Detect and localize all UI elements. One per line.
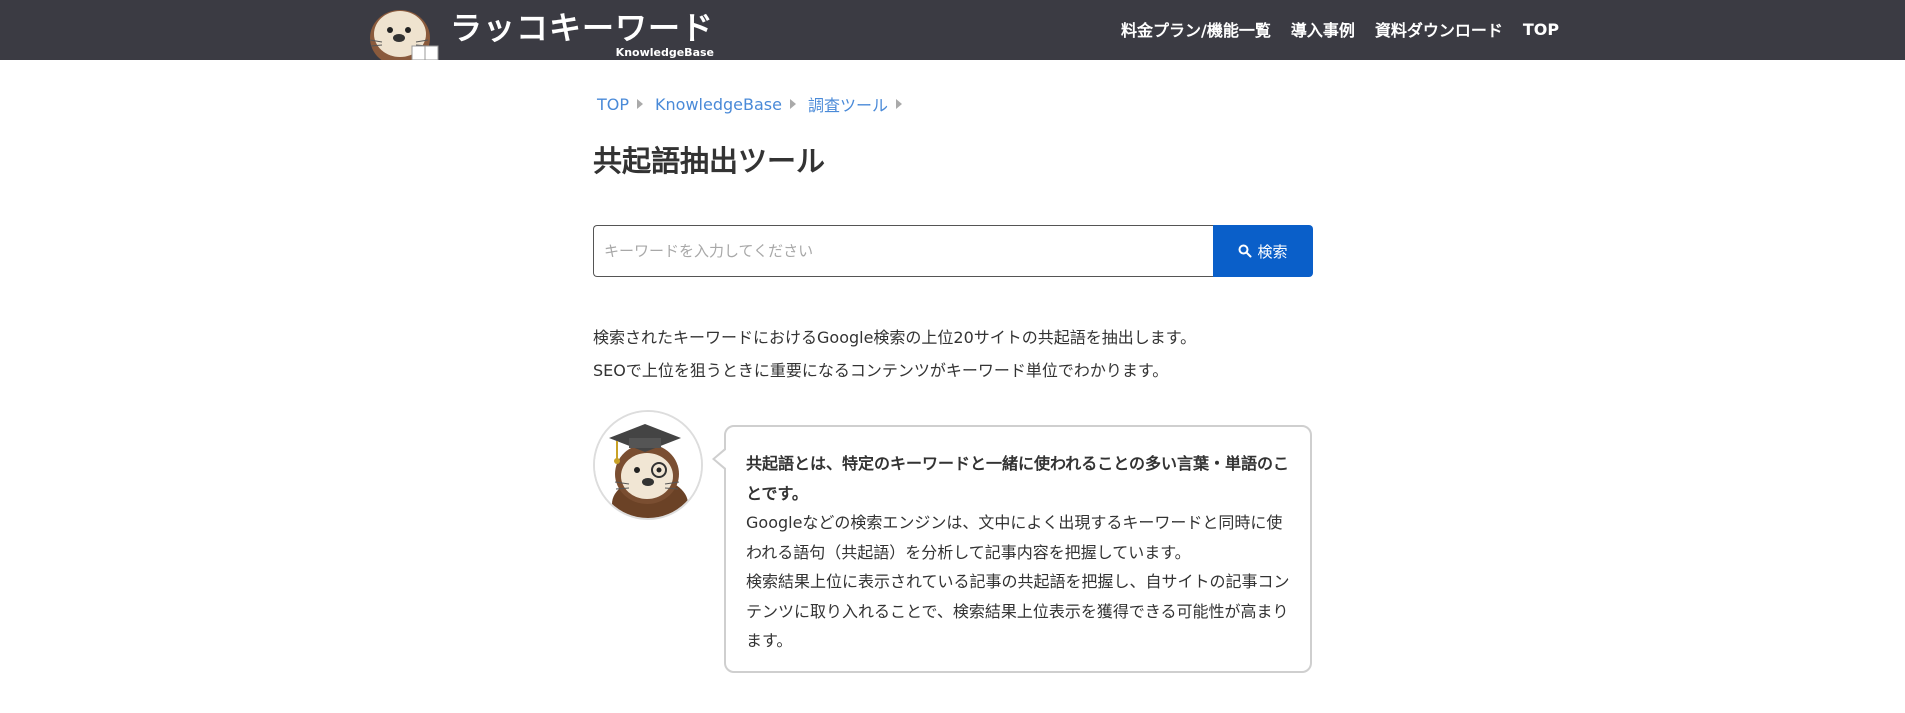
breadcrumb-caret-icon: [637, 99, 644, 109]
nav-top-link[interactable]: TOP: [1523, 20, 1559, 39]
header-nav: 料金プラン/機能一覧 導入事例 資料ダウンロード TOP: [1121, 0, 1559, 58]
site-header: ラッコキーワード KnowledgeBase 料金プラン/機能一覧 導入事例 資…: [0, 0, 1905, 60]
logo-text: ラッコキーワード KnowledgeBase: [450, 2, 715, 59]
bubble-paragraph: Googleなどの検索エンジンは、文中によく出現するキーワードと同時に使われる語…: [746, 513, 1283, 562]
breadcrumb-caret-icon: [789, 99, 796, 109]
page-title: 共起語抽出ツール: [593, 144, 826, 178]
search-button[interactable]: 検索: [1213, 225, 1313, 277]
tool-description: 検索されたキーワードにおけるGoogle検索の上位20サイトの共起語を抽出します…: [593, 321, 1196, 387]
bubble-paragraph: 検索結果上位に表示されている記事の共起語を把握し、自サイトの記事コンテンツに取り…: [746, 572, 1290, 650]
breadcrumb-research-tools-link[interactable]: 調査ツール: [808, 92, 888, 116]
nav-download-link[interactable]: 資料ダウンロード: [1375, 17, 1503, 41]
keyword-search-input[interactable]: [593, 225, 1213, 277]
breadcrumb-top-link[interactable]: TOP: [597, 95, 629, 114]
nav-pricing-link[interactable]: 料金プラン/機能一覧: [1121, 17, 1271, 41]
nav-case-studies-link[interactable]: 導入事例: [1291, 17, 1355, 41]
breadcrumb: TOP KnowledgeBase 調査ツール: [597, 92, 914, 116]
description-line: SEOで上位を狙うときに重要になるコンテンツがキーワード単位でわかります。: [593, 361, 1169, 380]
site-logo[interactable]: ラッコキーワード KnowledgeBase: [364, 2, 714, 60]
search-form: 検索: [593, 225, 1313, 277]
breadcrumb-caret-icon: [895, 99, 902, 109]
professor-otter-icon: [595, 412, 701, 518]
logo-subtitle: KnowledgeBase: [615, 46, 715, 59]
search-icon: [1238, 244, 1252, 258]
breadcrumb-knowledgebase-link[interactable]: KnowledgeBase: [655, 95, 782, 114]
logo-title: ラッコキーワード: [450, 9, 715, 47]
otter-mascot-icon: [369, 10, 439, 60]
description-line: 検索されたキーワードにおけるGoogle検索の上位20サイトの共起語を抽出します…: [593, 328, 1197, 347]
search-button-label: 検索: [1257, 242, 1288, 261]
bubble-pointer-fill: [715, 449, 727, 469]
explanation-bubble: 共起語とは、特定のキーワードと一緒に使われることの多い言葉・単語のことです。 G…: [712, 425, 1312, 673]
professor-otter-avatar: [593, 410, 703, 520]
bubble-lead-text: 共起語とは、特定のキーワードと一緒に使われることの多い言葉・単語のことです。: [746, 454, 1290, 503]
